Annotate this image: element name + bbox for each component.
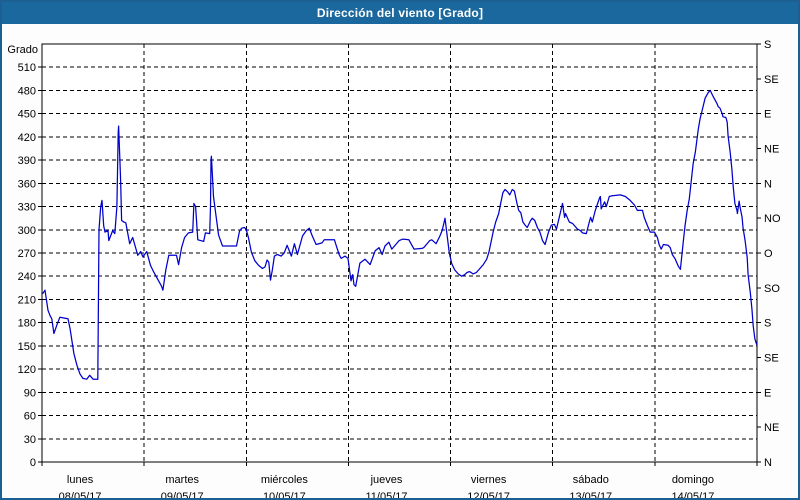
day-date-label: 08/05/17	[59, 491, 102, 498]
y-right-compass-label: NE	[764, 422, 779, 434]
day-date-label: 09/05/17	[161, 491, 204, 498]
day-name-label: sábado	[573, 474, 609, 486]
y-left-tick-label: 210	[18, 294, 36, 306]
y-right-compass-label: E	[764, 387, 771, 399]
y-left-tick-label: 390	[18, 155, 36, 167]
y-left-tick-label: 450	[18, 109, 36, 121]
day-name-label: miércoles	[261, 474, 309, 486]
y-left-tick-label: 360	[18, 178, 36, 190]
y-right-compass-label: E	[764, 109, 771, 121]
window-title: Dirección del viento [Grado]	[317, 6, 483, 20]
chart-area: 0 30 60 90 120 150 180 210 240 270 300 330 360 390 420…	[2, 24, 798, 498]
y-left-tick-label: 480	[18, 85, 36, 97]
y-left-tick-label: 180	[18, 318, 36, 330]
y-left-axis-title: Grado	[7, 44, 38, 56]
y-right-compass-label: SE	[764, 353, 779, 365]
y-right-compass-label: S	[764, 39, 771, 51]
y-left-tick-label: 60	[24, 411, 36, 423]
day-name-label: viernes	[471, 474, 507, 486]
window-titlebar: Dirección del viento [Grado]	[2, 2, 798, 24]
y-right-compass-label: O	[764, 248, 773, 260]
y-left-tick-label: 0	[30, 457, 36, 469]
day-date-label: 13/05/17	[569, 491, 612, 498]
y-right-compass-label: SO	[764, 283, 780, 295]
y-right-compass-label: S	[764, 318, 771, 330]
day-name-label: domingo	[672, 474, 714, 486]
y-left-tick-label: 150	[18, 341, 36, 353]
day-date-label: 12/05/17	[467, 491, 510, 498]
y-left-tick-label: 270	[18, 248, 36, 260]
y-left-tick-label: 330	[18, 202, 36, 214]
day-name-label: martes	[165, 474, 199, 486]
day-date-label: 11/05/17	[365, 491, 407, 498]
day-date-label: 10/05/17	[263, 491, 306, 498]
y-right-compass-label: NO	[764, 213, 781, 225]
day-name-label: jueves	[370, 474, 403, 486]
day-date-label: 14/05/17	[672, 491, 715, 498]
y-right-compass-label: N	[764, 178, 772, 190]
y-left-tick-label: 510	[18, 62, 36, 74]
y-right-compass-label: NE	[764, 144, 779, 156]
y-left-tick-label: 300	[18, 225, 36, 237]
y-right-compass-label: SE	[764, 74, 779, 86]
day-name-label: lunes	[67, 474, 94, 486]
y-left-tick-label: 120	[18, 364, 36, 376]
wind-direction-chart-svg: 0 30 60 90 120 150 180 210 240 270 300 330 360 390 420…	[2, 24, 798, 498]
y-left-tick-label: 90	[24, 387, 36, 399]
y-left-tick-label: 30	[24, 434, 36, 446]
wind-chart-window: Dirección del viento [Grado] 0 30 60 90 120 1…	[0, 0, 800, 500]
y-left-tick-label: 240	[18, 271, 36, 283]
y-left-tick-label: 420	[18, 132, 36, 144]
y-right-compass-label: N	[764, 457, 772, 469]
